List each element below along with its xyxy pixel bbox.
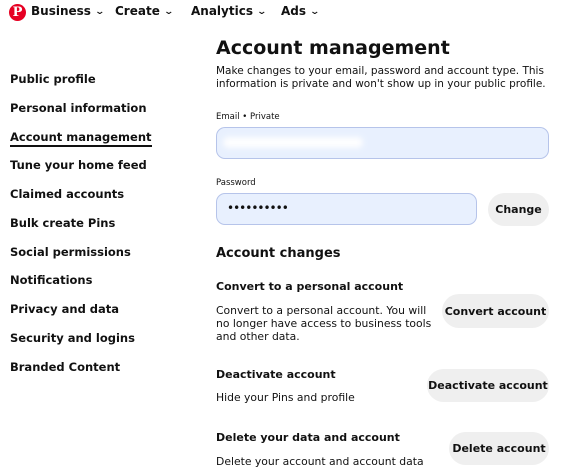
sidebar-item-account-management[interactable]: Account management — [10, 130, 152, 147]
nav-create-menu[interactable]: Create ⌄ — [115, 4, 174, 18]
nav-analytics-label: Analytics — [191, 4, 253, 18]
deactivate-account-title: Deactivate account — [216, 368, 336, 381]
sidebar-item-privacy-and-data[interactable]: Privacy and data — [10, 302, 119, 316]
deactivate-account-text: Hide your Pins and profile — [216, 391, 355, 404]
delete-account-button[interactable]: Delete account — [449, 432, 549, 465]
email-field[interactable] — [216, 127, 549, 159]
chevron-down-icon: ⌄ — [309, 7, 321, 17]
delete-account-title: Delete your data and account — [216, 431, 400, 444]
convert-account-text: Convert to a personal account. You will … — [216, 304, 432, 343]
page-description: Make changes to your email, password and… — [216, 65, 546, 90]
nav-business-menu[interactable]: Business ⌄ — [31, 4, 105, 18]
convert-account-button[interactable]: Convert account — [442, 294, 549, 328]
sidebar-item-security-and-logins[interactable]: Security and logins — [10, 331, 135, 345]
sidebar-item-notifications[interactable]: Notifications — [10, 273, 92, 287]
delete-account-text: Delete your account and account data — [216, 455, 424, 468]
sidebar-item-social-permissions[interactable]: Social permissions — [10, 245, 131, 259]
pinterest-logo-icon[interactable]: P — [9, 4, 26, 21]
password-label: Password — [216, 178, 256, 188]
nav-analytics-menu[interactable]: Analytics ⌄ — [191, 4, 268, 18]
sidebar-item-claimed-accounts[interactable]: Claimed accounts — [10, 187, 124, 201]
password-value: •••••••••• — [227, 201, 289, 215]
sidebar-item-public-profile[interactable]: Public profile — [10, 72, 96, 86]
nav-ads-label: Ads — [281, 4, 307, 18]
page-title: Account management — [216, 37, 450, 59]
email-label: Email • Private — [216, 112, 280, 122]
top-navigation: P Business ⌄ Create ⌄ Analytics ⌄ Ads ⌄ — [0, 0, 561, 26]
deactivate-account-button[interactable]: Deactivate account — [427, 369, 549, 402]
nav-ads-menu[interactable]: Ads ⌄ — [281, 4, 321, 18]
convert-account-title: Convert to a personal account — [216, 280, 404, 293]
account-changes-heading: Account changes — [216, 246, 341, 261]
nav-create-label: Create — [115, 4, 160, 18]
sidebar-item-branded-content[interactable]: Branded Content — [10, 360, 120, 374]
password-field[interactable]: •••••••••• — [216, 193, 477, 225]
nav-business-label: Business — [31, 4, 91, 18]
chevron-down-icon: ⌄ — [94, 7, 105, 17]
chevron-down-icon: ⌄ — [256, 7, 268, 17]
sidebar-item-tune-home-feed[interactable]: Tune your home feed — [10, 158, 147, 172]
chevron-down-icon: ⌄ — [163, 7, 174, 17]
sidebar-item-bulk-create-pins[interactable]: Bulk create Pins — [10, 216, 115, 230]
change-password-button[interactable]: Change — [488, 193, 549, 226]
email-redacted-value — [223, 137, 363, 148]
sidebar-item-personal-information[interactable]: Personal information — [10, 101, 147, 115]
